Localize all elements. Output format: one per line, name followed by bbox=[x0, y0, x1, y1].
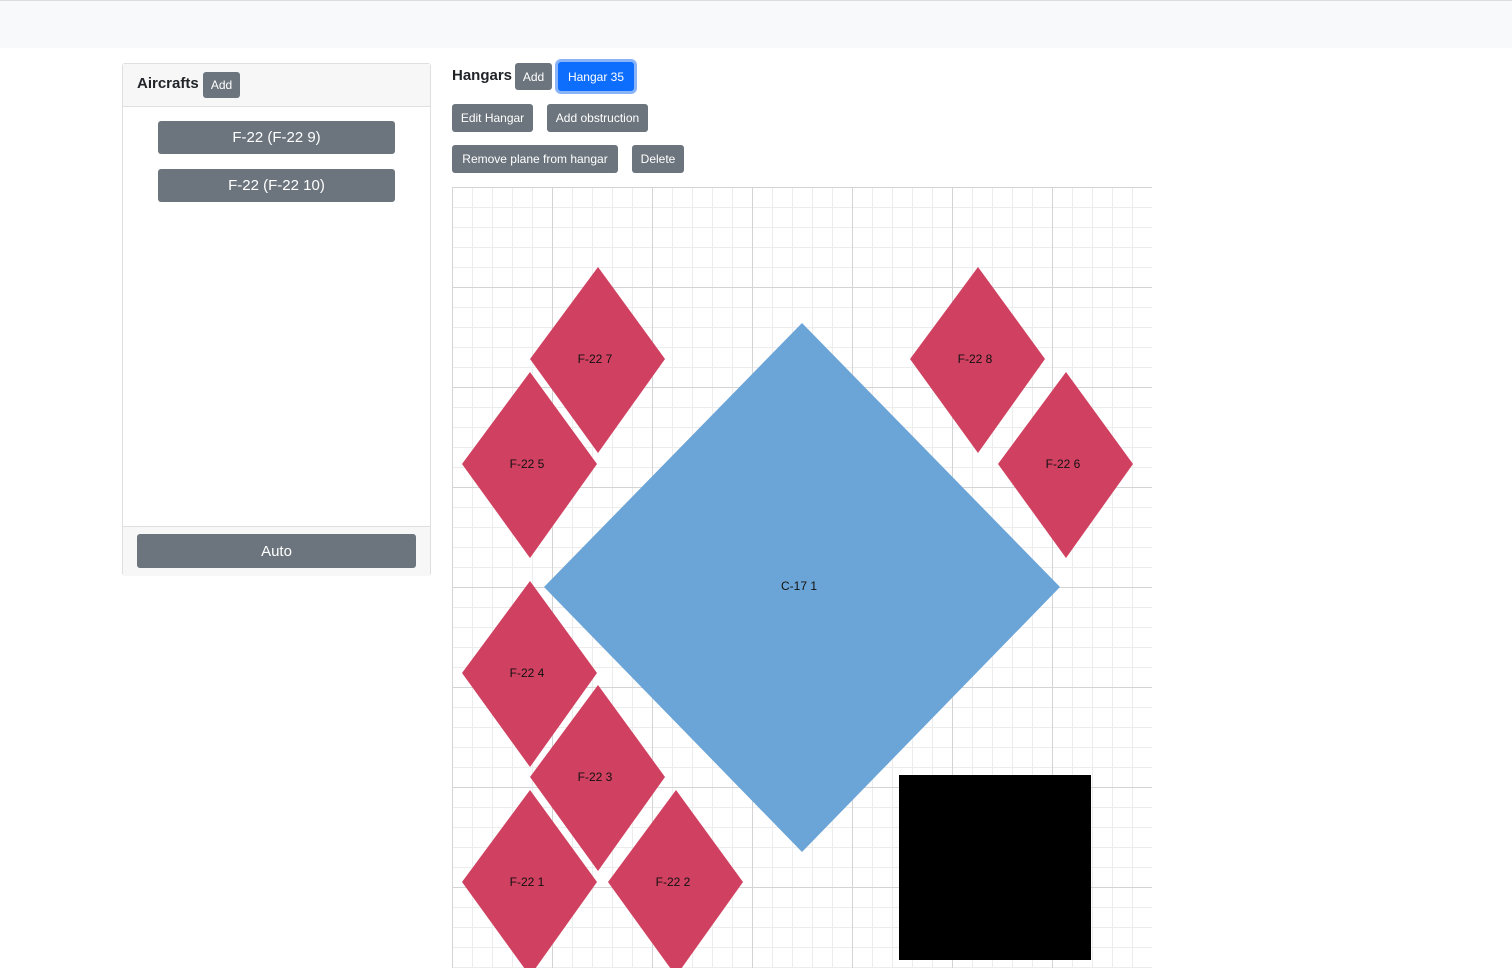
plane-f22-6[interactable]: F-22 6 bbox=[998, 372, 1133, 558]
plane-label: F-22 3 bbox=[578, 770, 613, 784]
obstruction-block[interactable] bbox=[899, 775, 1091, 960]
aircraft-item[interactable]: F-22 (F-22 9) bbox=[158, 121, 395, 154]
plane-label: F-22 8 bbox=[958, 352, 993, 366]
top-navbar bbox=[0, 0, 1512, 48]
add-hangar-button[interactable]: Add bbox=[515, 63, 552, 90]
aircrafts-title: Aircrafts bbox=[137, 75, 199, 92]
plane-label: F-22 1 bbox=[510, 875, 545, 889]
aircrafts-panel-header: Aircrafts Add bbox=[123, 64, 430, 107]
hangar-tab-selected[interactable]: Hangar 35 bbox=[558, 62, 634, 91]
plane-label: F-22 2 bbox=[656, 875, 691, 889]
hangars-title: Hangars bbox=[452, 67, 513, 84]
aircrafts-panel-footer: Auto bbox=[123, 526, 430, 576]
add-aircraft-button[interactable]: Add bbox=[203, 72, 240, 98]
plane-label: F-22 5 bbox=[510, 457, 545, 471]
aircrafts-panel: Aircrafts Add F-22 (F-22 9) F-22 (F-22 1… bbox=[122, 63, 431, 576]
auto-button[interactable]: Auto bbox=[137, 534, 416, 568]
plane-label: F-22 4 bbox=[510, 666, 545, 680]
plane-f22-8[interactable]: F-22 8 bbox=[910, 267, 1045, 453]
delete-button[interactable]: Delete bbox=[632, 145, 684, 173]
hangar-grid[interactable]: F-22 7 F-22 8 F-22 5 F-22 6 C-17 1 F-22 … bbox=[452, 187, 1152, 968]
plane-label: F-22 7 bbox=[578, 352, 613, 366]
remove-plane-button[interactable]: Remove plane from hangar bbox=[452, 145, 618, 173]
plane-label: C-17 1 bbox=[781, 579, 817, 593]
add-obstruction-button[interactable]: Add obstruction bbox=[547, 104, 648, 132]
aircraft-item[interactable]: F-22 (F-22 10) bbox=[158, 169, 395, 202]
plane-label: F-22 6 bbox=[1046, 457, 1081, 471]
edit-hangar-button[interactable]: Edit Hangar bbox=[452, 104, 533, 132]
